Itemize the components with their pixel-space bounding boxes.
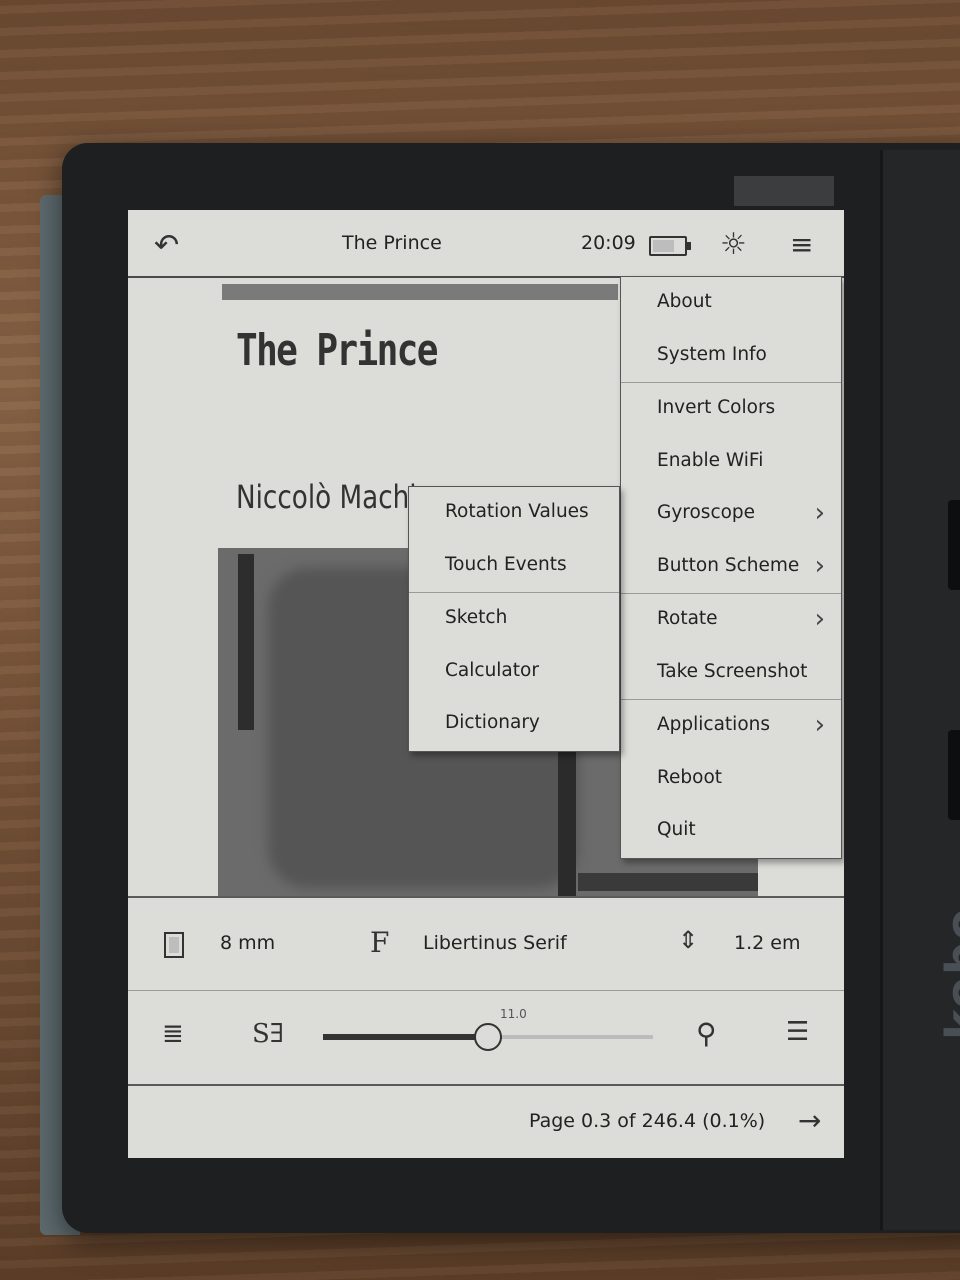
back-arrow-icon[interactable]: ↶ [154, 228, 179, 263]
app-item-rotation-values[interactable]: Rotation Values [409, 487, 619, 540]
book-title: The Prince [236, 325, 438, 376]
menu-item-label: About [657, 291, 712, 312]
menu-item-label: Gyroscope [657, 502, 756, 523]
hamburger-icon[interactable]: ≡ [790, 228, 813, 261]
applications-submenu: Rotation Values Touch Events Sketch Calcula… [408, 486, 620, 752]
chevron-right-icon: › [814, 550, 825, 581]
menu-item-quit[interactable]: Quit [621, 805, 841, 858]
app-item-calculator[interactable]: Calculator [409, 646, 619, 699]
font-size-icon[interactable]: S∃ [252, 1019, 284, 1049]
next-page-arrow-icon[interactable]: → [798, 1104, 821, 1137]
search-icon[interactable]: ⚲ [696, 1017, 717, 1050]
menu-item-enable-wifi[interactable]: Enable WiFi [621, 436, 841, 489]
menu-item-take-screenshot[interactable]: Take Screenshot [621, 647, 841, 700]
app-item-label: Calculator [445, 659, 539, 681]
text-align-icon[interactable]: ≣ [162, 1019, 184, 1049]
app-item-label: Dictionary [445, 712, 540, 733]
menu-item-label: Rotate [657, 608, 718, 629]
menu-item-label: Take Screenshot [657, 660, 808, 682]
menu-item-label: Button Scheme [657, 554, 800, 576]
page-forward-button[interactable] [948, 500, 960, 590]
line-height-value[interactable]: 1.2 em [734, 932, 800, 954]
menu-item-about[interactable]: About [621, 277, 841, 330]
book-title-header[interactable]: The Prince [342, 232, 442, 254]
menu-item-label: Invert Colors [657, 397, 776, 418]
protective-film [734, 176, 834, 206]
menu-item-reboot[interactable]: Reboot [621, 753, 841, 806]
app-item-dictionary[interactable]: Dictionary [409, 698, 619, 751]
app-item-label: Sketch [445, 607, 508, 628]
menu-item-label: System Info [657, 343, 767, 365]
chevron-right-icon: › [814, 710, 825, 740]
menu-item-gyroscope[interactable]: Gyroscope › [621, 488, 841, 541]
menu-item-label: Reboot [657, 766, 723, 788]
page-indicator[interactable]: Page 0.3 of 246.4 (0.1%) [529, 1110, 765, 1132]
top-bar: ↶ The Prince 20:09 ☼ ≡ [128, 210, 844, 278]
book-author: Niccolò Machia [236, 478, 433, 516]
menu-item-applications[interactable]: Applications › [621, 699, 841, 753]
font-family-icon[interactable]: F [370, 926, 389, 959]
page-footer: Page 0.3 of 246.4 (0.1%) → [128, 1084, 844, 1158]
margin-value[interactable]: 8 mm [220, 932, 275, 954]
line-height-icon[interactable]: ⇕ [678, 926, 698, 954]
chevron-right-icon: › [814, 604, 825, 634]
page-back-button[interactable] [948, 730, 960, 820]
chevron-right-icon: › [814, 498, 825, 528]
font-size-toolbar: ≣ S∃ 11.0 ⚲ ☰ [128, 990, 844, 1083]
eink-screen: ↶ The Prince 20:09 ☼ ≡ The Prince Niccol… [128, 210, 844, 1158]
book-header-bar [222, 284, 618, 300]
clock: 20:09 [581, 232, 636, 254]
typography-toolbar: 8 mm F Libertinus Serif ⇕ 1.2 em [128, 896, 844, 990]
menu-item-system-info[interactable]: System Info [621, 330, 841, 383]
margin-icon[interactable] [164, 932, 184, 958]
menu-item-invert-colors[interactable]: Invert Colors [621, 382, 841, 436]
font-size-slider-knob[interactable] [474, 1023, 502, 1051]
font-size-slider-fill [323, 1034, 488, 1040]
app-item-label: Touch Events [445, 553, 567, 575]
battery-icon[interactable] [649, 236, 691, 256]
menu-item-button-scheme[interactable]: Button Scheme › [621, 541, 841, 594]
font-size-slider[interactable] [323, 1023, 653, 1051]
font-family-value[interactable]: Libertinus Serif [423, 932, 567, 954]
kobo-logo: kobo [936, 906, 960, 1041]
menu-item-label: Applications [657, 714, 771, 735]
menu-item-rotate[interactable]: Rotate › [621, 593, 841, 647]
main-menu: About System Info Invert Colors Enable WiFi… [620, 276, 842, 859]
device-page-turn-panel [880, 150, 960, 1230]
sun-icon[interactable]: ☼ [720, 227, 747, 262]
app-item-sketch[interactable]: Sketch [409, 592, 619, 646]
app-item-label: Rotation Values [445, 501, 589, 522]
table-of-contents-icon[interactable]: ☰ [786, 1017, 809, 1047]
menu-item-label: Enable WiFi [657, 449, 764, 471]
font-size-value: 11.0 [500, 1007, 527, 1021]
menu-item-label: Quit [657, 819, 696, 840]
app-item-touch-events[interactable]: Touch Events [409, 540, 619, 593]
